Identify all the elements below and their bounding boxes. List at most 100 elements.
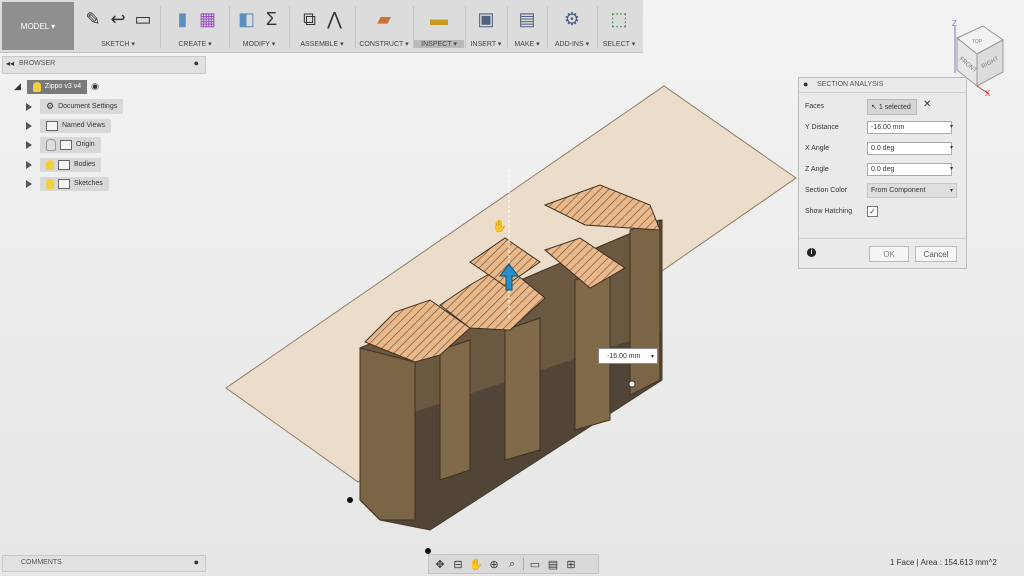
insert-image-icon[interactable]: ▣ <box>475 7 497 31</box>
modify-group[interactable]: ◧ Σ MODIFY ▾ <box>230 0 288 52</box>
viewports-icon[interactable]: ⊞ <box>564 557 578 571</box>
section-plane[interactable] <box>225 85 797 483</box>
expand-arrow-icon[interactable] <box>26 121 32 130</box>
make-menu-label[interactable]: MAKE ▾ <box>508 40 546 48</box>
pin-icon[interactable]: ● <box>194 58 199 68</box>
ok-button[interactable]: OK <box>869 246 909 262</box>
fin-2 <box>439 339 471 481</box>
dimension-value[interactable]: -16.00 mm <box>607 353 640 360</box>
comments-panel[interactable]: COMMENTS ● <box>2 555 206 572</box>
browser-item-sketches[interactable]: Sketches <box>26 176 109 191</box>
cancel-button[interactable]: Cancel <box>915 246 957 262</box>
form-icon[interactable]: ▦ <box>197 7 219 31</box>
sketch-icon[interactable]: ✎ <box>82 7 104 31</box>
construct-menu-label[interactable]: CONSTRUCT ▾ <box>356 40 412 48</box>
viewcube-top-label[interactable]: TOP <box>972 39 983 45</box>
orbit-icon[interactable]: ✥ <box>433 557 447 571</box>
inspect-menu-label[interactable]: INSPECT ▾ <box>414 40 464 48</box>
rectangle-icon[interactable]: ▭ <box>132 7 154 31</box>
browser-item-named-views[interactable]: Named Views <box>26 118 112 133</box>
fit-icon[interactable]: ⌕ <box>505 557 519 571</box>
info-icon[interactable]: i <box>807 248 816 257</box>
insert-menu-label[interactable]: INSERT ▾ <box>466 40 506 48</box>
x-angle-input[interactable]: 0.0 deg <box>867 142 952 155</box>
plane-icon[interactable]: ▰ <box>373 7 395 31</box>
insert-group[interactable]: ▣ INSERT ▾ <box>466 0 506 52</box>
browser-root[interactable]: ◢ Zippo v3 v4 ◉ <box>14 79 99 94</box>
browser-item-origin[interactable]: Origin <box>26 136 101 153</box>
fin-1 <box>359 347 416 521</box>
faces-selected-value: 1 selected <box>878 103 911 111</box>
display-settings-icon[interactable]: ▭ <box>528 557 542 571</box>
faces-selection-button[interactable]: ↖ 1 selected <box>867 99 917 115</box>
expand-arrow-icon[interactable] <box>26 160 32 169</box>
expand-icon[interactable]: ◢ <box>14 81 21 92</box>
visibility-bulb-icon[interactable] <box>46 178 54 189</box>
assemble-group[interactable]: ⧉ ⋀ ASSEMBLE ▾ <box>290 0 354 52</box>
chevron-down-icon[interactable]: ▾ <box>950 144 953 151</box>
pan-icon[interactable]: ✋ <box>469 557 483 571</box>
y-distance-input[interactable]: -16.00 mm <box>867 121 952 134</box>
look-at-icon[interactable]: ⊟ <box>451 557 465 571</box>
browser-item-document-settings[interactable]: ⚙ Document Settings <box>26 99 124 114</box>
x-angle-label: X Angle <box>805 145 830 152</box>
show-hatching-checkbox[interactable]: ✓ <box>867 206 878 217</box>
zoom-icon[interactable]: ⊕ <box>487 557 501 571</box>
add-ins-menu-label[interactable]: ADD-INS ▾ <box>548 40 596 48</box>
root-component-label: Zippo v3 v4 <box>44 83 82 90</box>
sketch-group[interactable]: ✎ ↩ ▭ SKETCH ▾ <box>78 0 158 52</box>
collapse-icon[interactable]: ◂◂ <box>6 59 14 68</box>
chevron-down-icon[interactable]: ▾ <box>950 165 953 172</box>
expand-arrow-icon[interactable] <box>26 179 32 188</box>
expand-arrow-icon[interactable] <box>26 140 32 149</box>
y-distance-label: Y Distance <box>805 124 839 131</box>
visibility-bulb-icon[interactable] <box>32 81 41 92</box>
chevron-down-icon[interactable]: ▾ <box>950 187 953 194</box>
clear-selection-icon[interactable]: ✕ <box>923 99 931 110</box>
add-ins-group[interactable]: ⚙ ADD-INS ▾ <box>548 0 596 52</box>
inspect-group[interactable]: ▬ INSPECT ▾ <box>414 0 464 52</box>
browser-item-label: Named Views <box>62 122 106 129</box>
visibility-bulb-icon[interactable] <box>46 159 54 170</box>
navigation-bar: ✥ ⊟ ✋ ⊕ ⌕ ▭ ▤ ⊞ <box>428 554 599 574</box>
make-group[interactable]: ▤ MAKE ▾ <box>508 0 546 52</box>
select-group[interactable]: ⬚ SELECT ▾ <box>598 0 640 52</box>
chevron-down-icon[interactable]: ▾ <box>950 123 953 130</box>
new-component-icon[interactable]: ⧉ <box>299 7 321 31</box>
scripts-icon[interactable]: ⚙ <box>561 7 583 31</box>
move-arrow-icon[interactable] <box>499 263 519 291</box>
select-icon[interactable]: ⬚ <box>608 7 630 31</box>
section-color-select[interactable]: From Component ▾ <box>867 183 957 198</box>
expand-arrow-icon[interactable] <box>26 102 32 111</box>
joint-icon[interactable]: ⋀ <box>324 7 346 31</box>
select-menu-label[interactable]: SELECT ▾ <box>598 40 640 48</box>
browser-title: BROWSER <box>19 60 56 67</box>
z-angle-input[interactable]: 0.0 deg <box>867 163 952 176</box>
measure-icon[interactable]: ▬ <box>428 7 450 31</box>
chevron-down-icon[interactable]: ▾ <box>651 353 654 360</box>
construct-group[interactable]: ▰ CONSTRUCT ▾ <box>356 0 412 52</box>
browser-item-bodies[interactable]: Bodies <box>26 157 102 172</box>
press-pull-icon[interactable]: ◧ <box>236 7 258 31</box>
activate-radio-icon[interactable]: ◉ <box>91 81 99 92</box>
pin-icon[interactable]: ● <box>194 557 199 567</box>
dialog-title: SECTION ANALYSIS <box>817 81 884 88</box>
browser-panel[interactable]: ◂◂ BROWSER ● <box>2 56 206 74</box>
collapse-dialog-icon[interactable]: ● <box>803 79 808 89</box>
show-hatching-label: Show Hatching <box>805 208 853 215</box>
create-menu-label[interactable]: CREATE ▾ <box>162 40 228 48</box>
dimension-input[interactable]: -16.00 mm ▾ <box>598 348 658 364</box>
dialog-header[interactable]: ● SECTION ANALYSIS <box>799 78 966 93</box>
print-icon[interactable]: ▤ <box>516 7 538 31</box>
assemble-menu-label[interactable]: ASSEMBLE ▾ <box>290 40 354 48</box>
grid-settings-icon[interactable]: ▤ <box>546 557 560 571</box>
visibility-bulb-icon[interactable] <box>46 138 56 151</box>
workspace-model-button[interactable]: MODEL ▾ <box>2 2 74 50</box>
extrude-icon[interactable]: ▮ <box>172 7 194 31</box>
body-front-face[interactable] <box>359 219 663 531</box>
sketch-menu-label[interactable]: SKETCH ▾ <box>78 40 158 48</box>
create-group[interactable]: ▮ ▦ CREATE ▾ <box>162 0 228 52</box>
sum-icon[interactable]: Σ <box>261 7 283 31</box>
line-icon[interactable]: ↩ <box>107 7 129 31</box>
modify-menu-label[interactable]: MODIFY ▾ <box>230 40 288 48</box>
